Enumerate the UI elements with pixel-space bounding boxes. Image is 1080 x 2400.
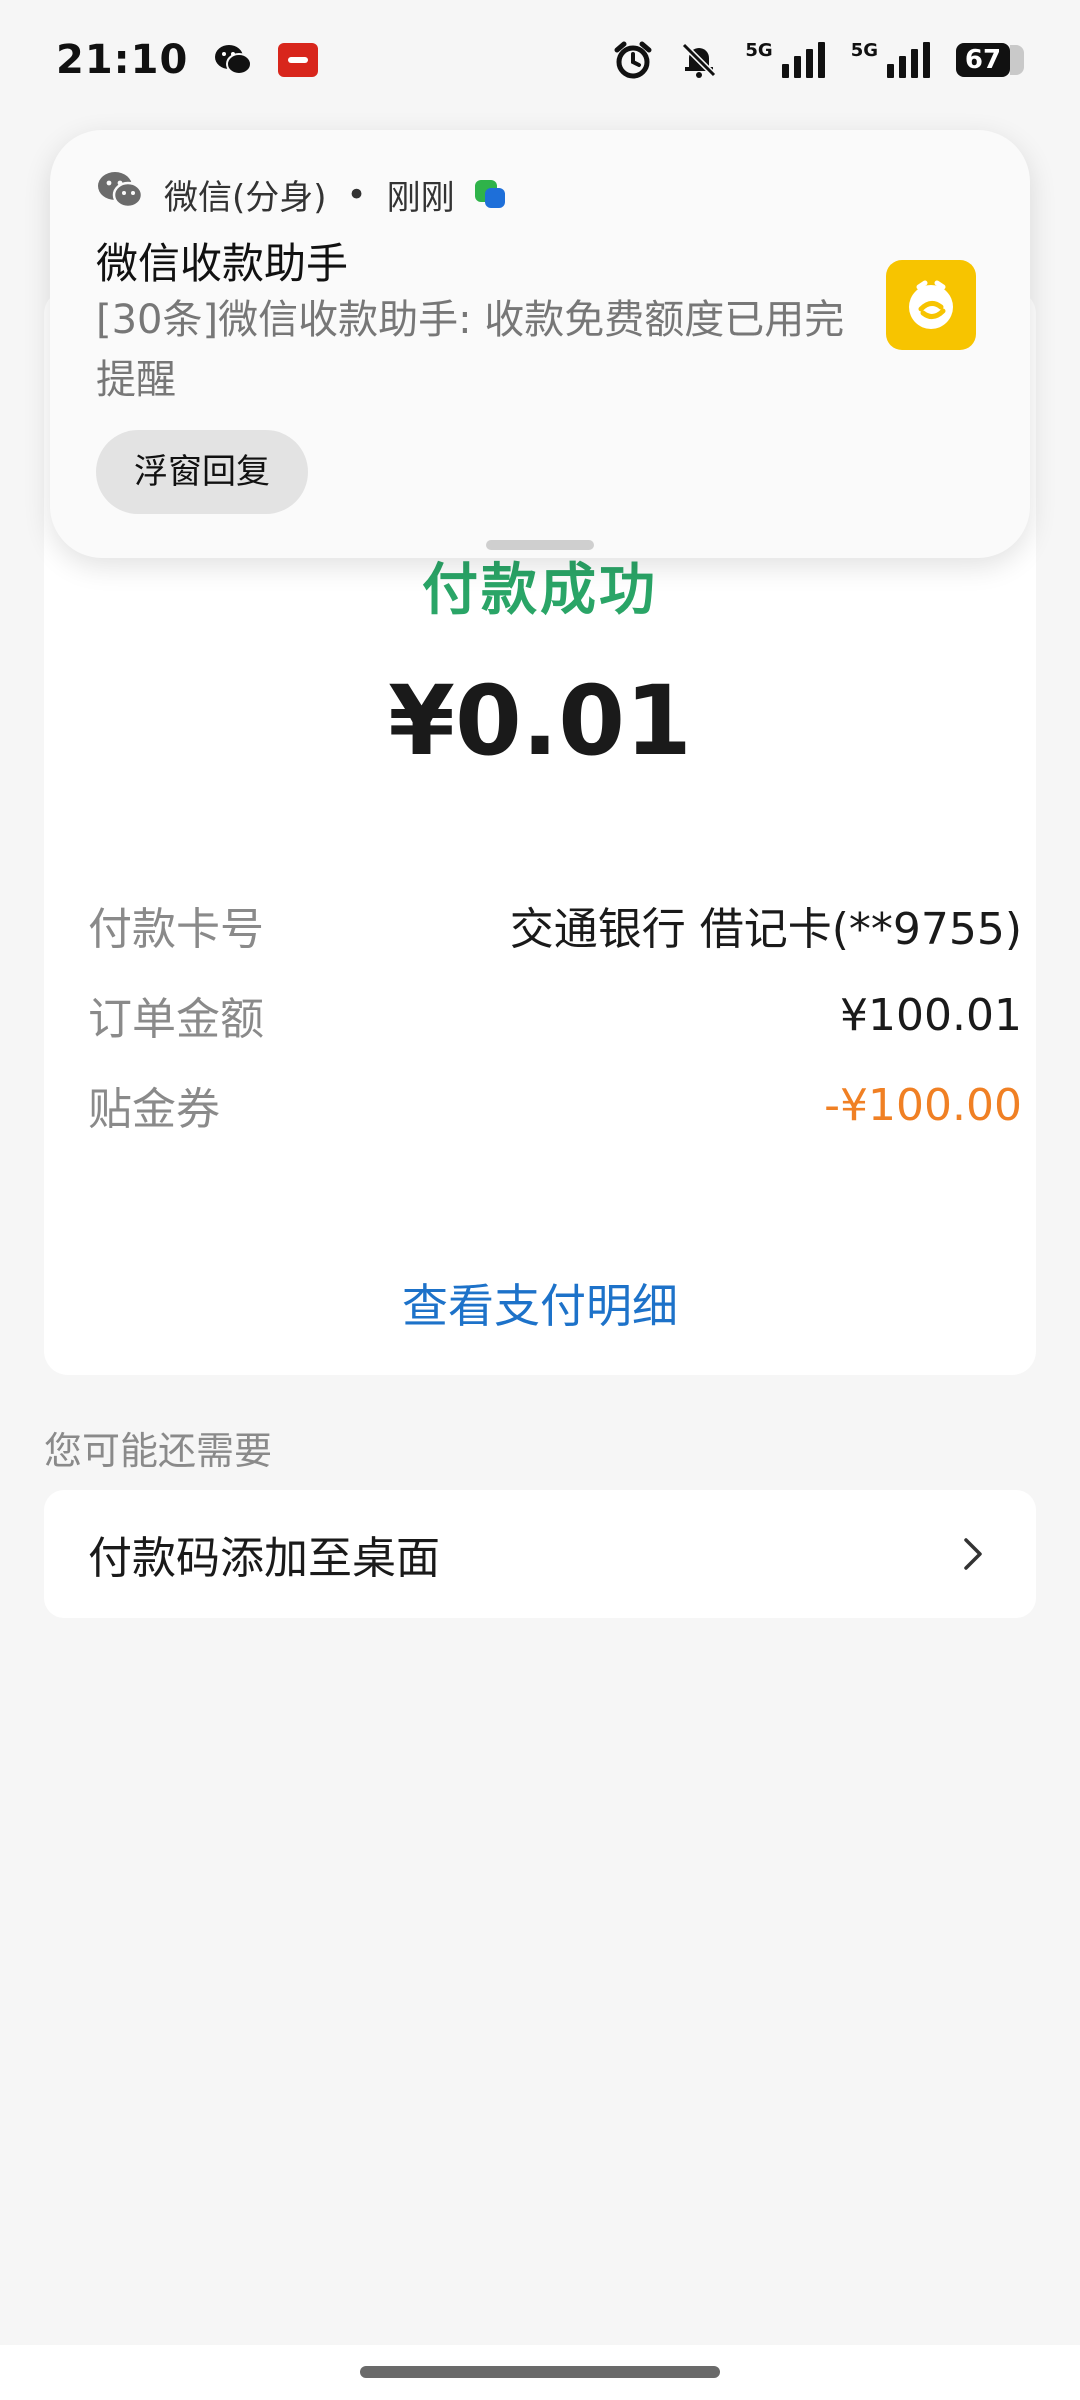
notification-app-name: 微信(分身) [164,178,327,218]
signal-icon: 5G [745,40,825,78]
status-left: 21:10 [56,37,319,83]
notification-drag-handle[interactable] [486,540,594,550]
status-time: 21:10 [56,37,189,83]
floating-reply-button[interactable]: 浮窗回复 [96,430,308,514]
payment-app-icon [278,43,319,77]
detail-row-coupon: 贴金券 -¥100.00 [88,1075,1022,1136]
detail-label: 订单金额 [88,994,264,1045]
notification-separator: • [346,174,367,215]
wechat-icon [96,170,144,219]
home-gesture-bar[interactable] [360,2366,720,2378]
view-payment-details-link[interactable]: 查看支付明细 [0,1270,1080,1336]
status-bar: 21:10 5G 5G 67 [0,0,1080,120]
battery-icon: 67 [956,43,1024,77]
battery-level: 67 [956,43,1010,77]
detail-label: 贴金券 [88,1084,220,1135]
bell-off-icon [679,40,719,80]
detail-row-order-amount: 订单金额 ¥100.01 [88,985,1022,1046]
network-type-2: 5G [850,40,878,61]
add-payment-code-to-desktop-item[interactable]: 付款码添加至桌面 [44,1490,1036,1618]
signal-icon: 5G [851,42,930,78]
notification-banner[interactable]: 微信(分身) • 刚刚 微信收款助手 [30条]微信收款助手: 收款免费额度已用… [50,130,1030,558]
notification-header: 微信(分身) • 刚刚 [96,170,509,219]
network-type-1: 5G [745,40,773,61]
dual-app-icon [474,179,509,210]
suggestion-item-label: 付款码添加至桌面 [88,1533,440,1584]
notification-body: [30条]微信收款助手: 收款免费额度已用完提醒 [96,297,845,403]
detail-row-card: 付款卡号 交通银行 借记卡(**9755) [88,895,1022,955]
notification-title: 微信收款助手 [96,239,349,288]
notification-time: 刚刚 [386,178,455,218]
detail-value: 交通银行 借记卡(**9755) [509,904,1022,955]
wechat-icon [214,43,253,77]
detail-label: 付款卡号 [88,904,264,955]
suggestions-section-label: 您可能还需要 [44,1429,273,1473]
detail-value-discount: -¥100.00 [824,1079,1022,1131]
status-right: 5G 5G 67 [613,40,1024,80]
detail-value: ¥100.01 [840,989,1022,1041]
receipt-assistant-icon [886,260,976,350]
chevron-right-icon [952,1534,992,1574]
alarm-icon [613,40,653,80]
payment-amount: ¥0.01 [388,665,692,777]
